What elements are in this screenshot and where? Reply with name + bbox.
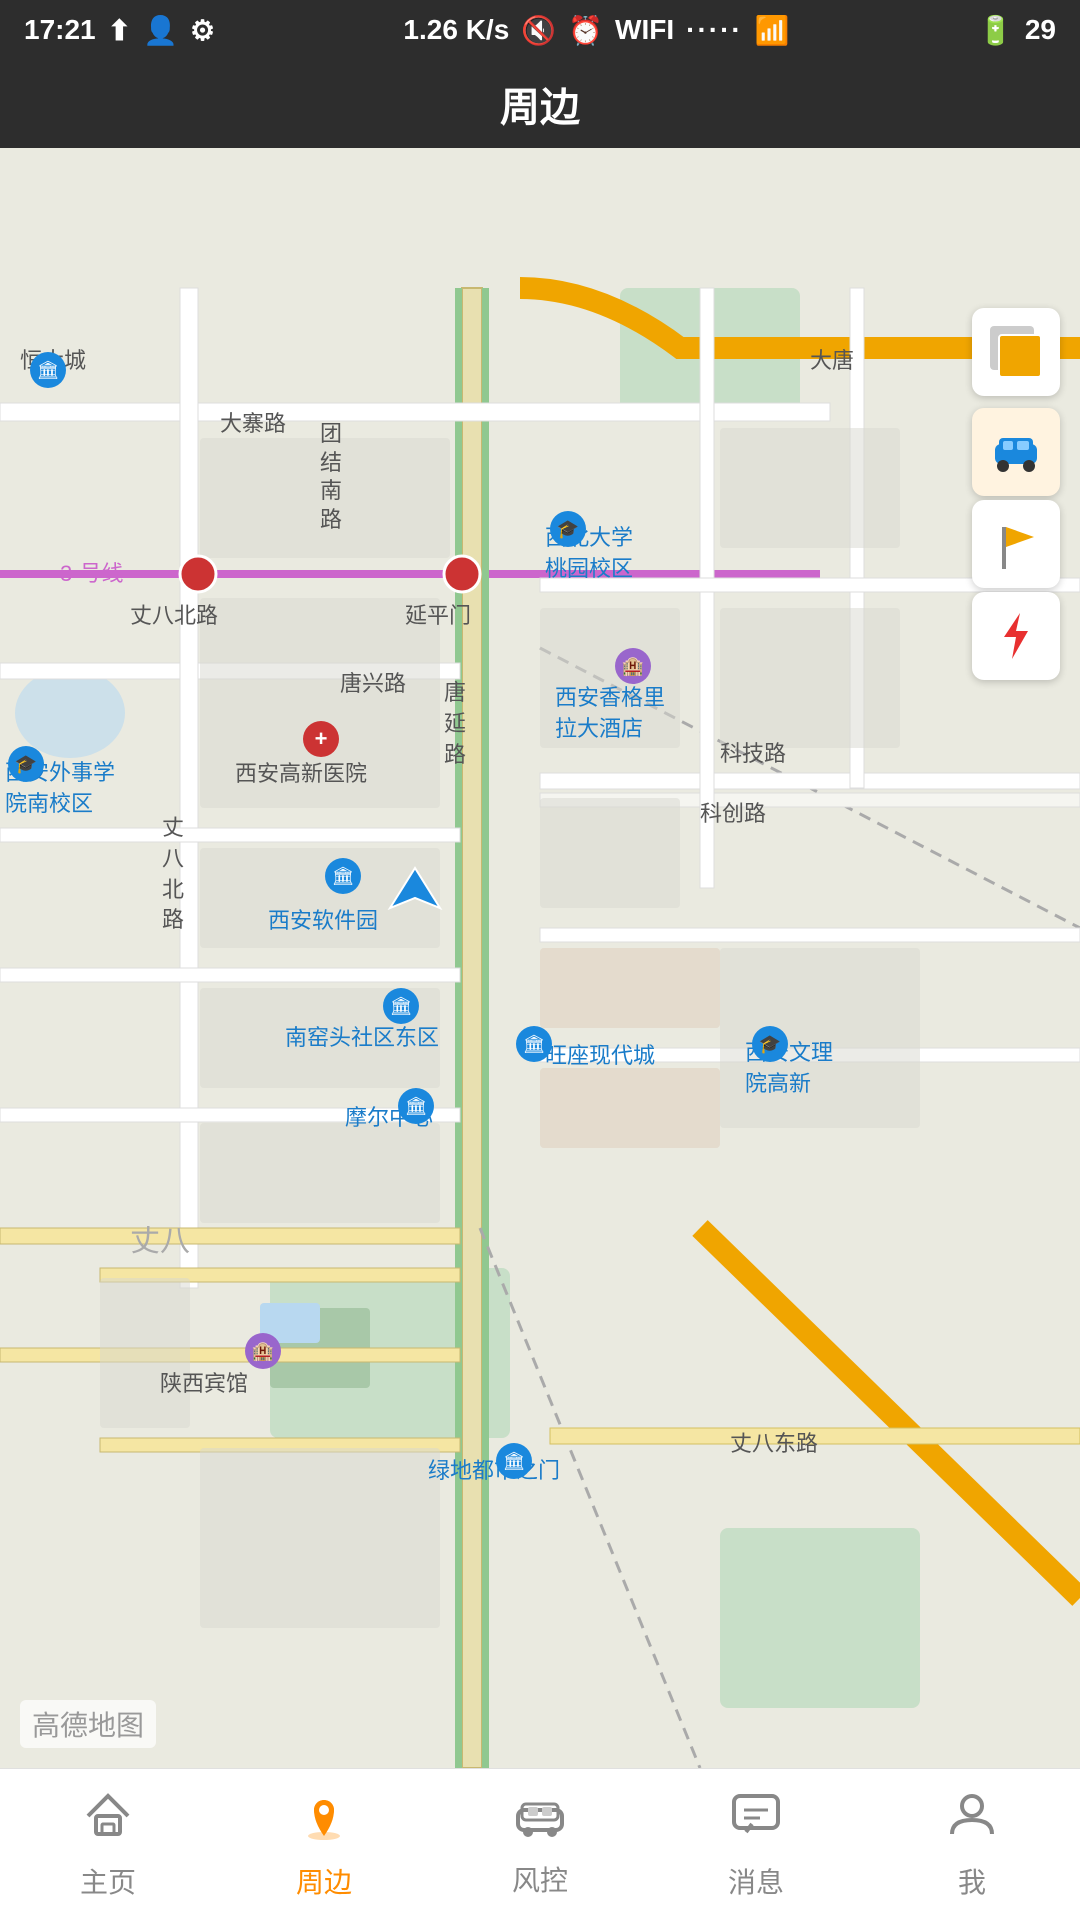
alarm-icon: ⏰ — [568, 14, 603, 47]
layer-button[interactable] — [972, 308, 1060, 396]
label-wangzuo: 旺座现代城 — [545, 1038, 655, 1070]
heartbeat-icon: 📶 — [755, 14, 790, 47]
label-zaoba: 丈八 — [130, 1216, 190, 1260]
marker-xaWenli: 🎓 — [752, 1026, 788, 1062]
bolt-button[interactable] — [972, 592, 1060, 680]
label-shaanxiBinguan: 陕西宾馆 — [160, 1366, 248, 1398]
status-bar: 17:21 ⬆ 👤 ⚙ 1.26 K/s 🔇 ⏰ WIFI ····· 📶 🔋 … — [0, 0, 1080, 60]
traffic-icon — [514, 1791, 566, 1851]
label-lvdiDushi: 绿地都市之门 — [428, 1453, 560, 1485]
upload-icon: ⬆ — [108, 14, 131, 47]
page-title: 周边 — [500, 75, 580, 133]
label-yanpingmen: 延平门 — [405, 598, 471, 630]
label-nankoutou: 南窑头社区东区 — [285, 1020, 439, 1052]
label-tangyanlu: 唐延路 — [444, 678, 466, 770]
marker-lvdiDushi: 🏛 — [496, 1443, 532, 1479]
marker-xiwaiSouth: 🎓 — [8, 746, 44, 782]
nav-label-home: 主页 — [80, 1861, 136, 1901]
label-tangxinlu: 唐兴路 — [340, 666, 406, 698]
nav-item-nearby[interactable]: 周边 — [234, 1788, 414, 1901]
nav-item-me[interactable]: 我 — [882, 1788, 1062, 1901]
label-kejiLu: 科技路 — [720, 736, 786, 768]
mute-icon: 🔇 — [521, 14, 556, 47]
marker-xianggelila: 🏨 — [615, 648, 651, 684]
signal-dots: ····· — [686, 14, 743, 46]
usb-icon: ⚙ — [190, 14, 215, 47]
marker-hengdacheng: 🏛 — [30, 352, 66, 388]
flag-button[interactable] — [972, 500, 1060, 588]
marker-wangzuo: 🏛 — [516, 1026, 552, 1062]
status-left: 17:21 ⬆ 👤 ⚙ — [24, 14, 215, 47]
label-tuanjienanlu: 团结南路 — [320, 420, 342, 534]
label-dasailu: 大寨路 — [220, 406, 286, 438]
marker-xaGaoxin: + — [303, 721, 339, 757]
nearby-icon — [298, 1788, 350, 1853]
marker-xaRuanjian: 🏛 — [325, 858, 361, 894]
label-kechuanglu: 科创路 — [700, 796, 766, 828]
label-xaRuanjian: 西安软件园 — [268, 903, 378, 935]
nav-label-message: 消息 — [728, 1861, 784, 1901]
marker-nankoutou: 🏛 — [383, 988, 419, 1024]
map-container[interactable]: 恒大城 大寨路 团结南路 西北大学桃园校区 3-号线 丈八北路 延平门 唐兴路 … — [0, 148, 1080, 1768]
nav-label-nearby: 周边 — [296, 1861, 352, 1901]
nav-item-traffic[interactable]: 风控 — [450, 1791, 630, 1899]
battery-level: 29 — [1025, 14, 1056, 46]
map-svg — [0, 148, 1080, 1768]
label-zhabeilu2: 丈八北路 — [162, 813, 184, 936]
time: 17:21 — [24, 14, 96, 46]
marker-moercenter: 🏛 — [398, 1088, 434, 1124]
nav-label-traffic: 风控 — [512, 1859, 568, 1899]
nav-label-me: 我 — [958, 1861, 986, 1901]
label-datang: 大唐 — [810, 343, 854, 375]
label-zhabaDonglu: 丈八东路 — [730, 1426, 818, 1458]
bottom-nav: 主页 周边 风控 — [0, 1768, 1080, 1920]
message-icon — [730, 1788, 782, 1853]
label-xianggelila: 西安香格里拉大酒店 — [555, 683, 665, 745]
title-bar: 周边 — [0, 60, 1080, 148]
status-right: 🔋 29 — [978, 14, 1056, 47]
marker-shaanxiBinguan: 🏨 — [245, 1333, 281, 1369]
car-button[interactable] — [972, 408, 1060, 496]
gaode-logo: 高德地图 — [20, 1700, 156, 1748]
me-icon — [946, 1788, 998, 1853]
label-zhabeiN: 丈八北路 — [130, 598, 218, 630]
label-3haoxian: 3-号线 — [60, 556, 124, 588]
home-icon — [82, 1788, 134, 1853]
battery-icon: 🔋 — [978, 14, 1013, 47]
wifi-icon: WIFI — [615, 14, 674, 46]
nav-item-home[interactable]: 主页 — [18, 1788, 198, 1901]
nav-item-message[interactable]: 消息 — [666, 1788, 846, 1901]
status-center: 1.26 K/s 🔇 ⏰ WIFI ····· 📶 — [403, 14, 789, 47]
map-controls — [972, 308, 1060, 680]
person-icon: 👤 — [143, 14, 178, 47]
marker-xibeidaxue: 🎓 — [550, 511, 586, 547]
speed: 1.26 K/s — [403, 14, 509, 46]
label-xaGaoxin: 西安高新医院 — [235, 756, 367, 788]
